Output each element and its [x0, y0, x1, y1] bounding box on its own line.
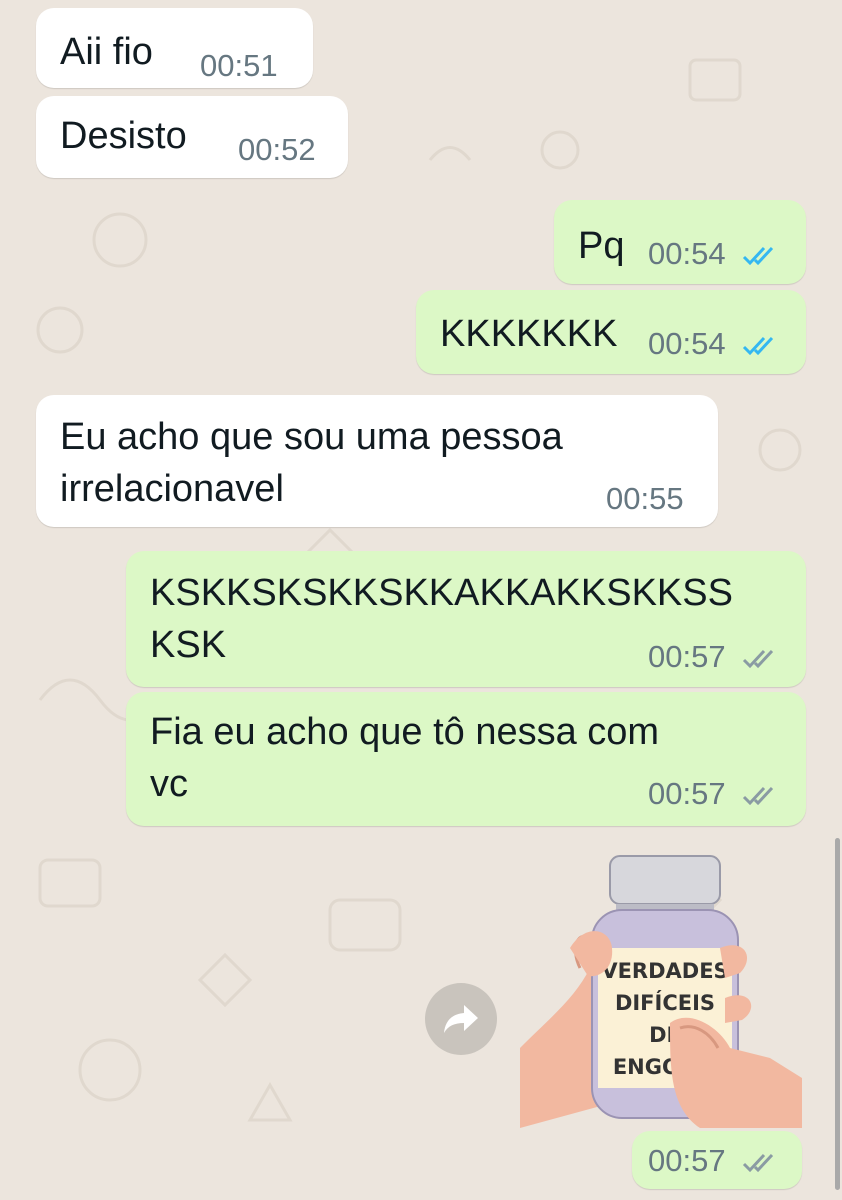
forward-button[interactable]	[425, 983, 497, 1055]
message-time: 00:54	[648, 326, 776, 362]
message-time: 00:54	[648, 236, 776, 272]
message-text: Eu acho que sou uma pessoa irrelacionave…	[60, 416, 563, 510]
message-time-value: 00:57	[648, 639, 726, 674]
sticker-label-line: VERDADES	[601, 959, 728, 983]
message-text: Desisto	[60, 115, 187, 157]
message-time: 00:51	[200, 48, 278, 83]
incoming-message[interactable]: Aii fio 00:51	[36, 8, 313, 88]
message-time-value: 00:54	[648, 326, 726, 361]
outgoing-message[interactable]: Pq 00:54	[554, 200, 806, 284]
message-time: 00:57	[648, 639, 776, 675]
message-text: Aii fio	[60, 31, 153, 73]
message-time-value: 00:57	[648, 1143, 726, 1178]
scrollbar[interactable]	[835, 838, 840, 1190]
outgoing-message[interactable]: Fia eu acho que tô nessa com vc 00:57	[126, 692, 806, 826]
sticker-image[interactable]: VERDADES DIFÍCEIS DE ENGOLIR	[520, 848, 802, 1128]
message-text: KKKKKKK	[440, 313, 618, 355]
double-check-grey-icon	[743, 786, 774, 805]
incoming-message[interactable]: Desisto 00:52	[36, 96, 348, 178]
forward-arrow-icon	[444, 1005, 478, 1033]
message-time-value: 00:54	[648, 236, 726, 271]
double-check-grey-icon	[743, 649, 774, 668]
message-time-value: 00:57	[648, 776, 726, 811]
double-check-blue-icon	[743, 246, 774, 265]
message-time: 00:55	[606, 481, 684, 516]
double-check-grey-icon	[743, 1153, 774, 1172]
sticker-label-line: DIFÍCEIS	[615, 990, 715, 1015]
incoming-message[interactable]: Eu acho que sou uma pessoa irrelacionave…	[36, 395, 718, 527]
message-time: 00:57	[648, 776, 776, 812]
message-time: 00:52	[238, 132, 316, 167]
message-time: 00:57	[648, 1143, 776, 1179]
message-text: KSKKSKSKKSKKAKKAKKSKKSS KSK	[150, 572, 733, 666]
outgoing-message[interactable]: KSKKSKSKKSKKAKKAKKSKKSS KSK 00:57	[126, 551, 806, 687]
sticker-time-pill: 00:57	[632, 1131, 802, 1189]
double-check-blue-icon	[743, 336, 774, 355]
message-text: Fia eu acho que tô nessa com vc	[150, 711, 660, 805]
message-text: Pq	[578, 225, 625, 267]
outgoing-message[interactable]: KKKKKKK 00:54	[416, 290, 806, 374]
pill-bottle-sticker: VERDADES DIFÍCEIS DE ENGOLIR	[520, 855, 802, 1128]
